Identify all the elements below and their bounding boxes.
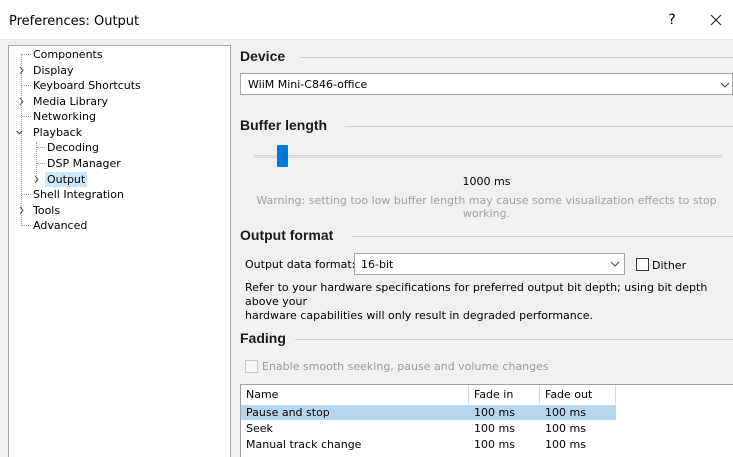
table-row[interactable]: Manual track change 100 ms 100 ms <box>241 437 616 452</box>
close-icon <box>710 14 722 26</box>
tree-connector <box>22 116 31 117</box>
output-format-info-line: Refer to your hardware specifications fo… <box>245 281 708 308</box>
output-format-dropdown[interactable]: 16-bit <box>354 253 625 275</box>
device-section-title: Device <box>240 48 286 64</box>
buffer-warning: Warning: setting too low buffer length m… <box>256 194 717 220</box>
tree-item-display[interactable]: Display <box>31 63 76 78</box>
output-format-section-title: Output format <box>240 227 334 243</box>
title-bar: Preferences: Output ? <box>0 0 733 40</box>
tree-item-decoding[interactable]: Decoding <box>45 140 101 155</box>
chevron-down-icon <box>720 82 730 88</box>
column-header-fade-out[interactable]: Fade out <box>540 385 616 404</box>
output-format-info-line: hardware capabilities will only result i… <box>245 309 594 322</box>
help-button[interactable]: ? <box>664 12 680 28</box>
dither-checkbox[interactable] <box>636 258 649 271</box>
dither-label: Dither <box>652 259 687 272</box>
fading-section-title: Fading <box>240 330 286 346</box>
tree-item-tools[interactable]: Tools <box>31 203 62 218</box>
output-format-selected-value: 16-bit <box>361 258 394 271</box>
device-dropdown[interactable]: WiiM Mini-C846-office <box>240 73 733 95</box>
preferences-tree[interactable]: Components Display Keyboard Shortcuts Me… <box>8 45 231 457</box>
tree-connector <box>22 194 31 195</box>
table-row[interactable]: Seek 100 ms 100 ms <box>241 421 616 436</box>
chevron-down-icon <box>610 261 620 267</box>
row-name: Seek <box>246 422 273 435</box>
chevron-right-icon[interactable] <box>17 94 26 109</box>
buffer-value: 1000 ms <box>462 175 511 188</box>
row-fade-in: 100 ms <box>474 438 515 451</box>
close-button[interactable] <box>704 9 728 31</box>
row-name: Manual track change <box>246 438 362 451</box>
tree-connector <box>37 147 45 148</box>
device-selected-value: WiiM Mini-C846-office <box>248 78 368 91</box>
tree-item-shell-integration[interactable]: Shell Integration <box>31 187 126 202</box>
smooth-seeking-checkbox[interactable] <box>245 360 258 373</box>
tree-item-media-library[interactable]: Media Library <box>31 94 110 109</box>
table-row[interactable]: Pause and stop 100 ms 100 ms <box>241 405 616 420</box>
output-format-label: Output data format: <box>245 258 356 271</box>
tree-item-output[interactable]: Output <box>45 172 88 187</box>
tree-connector <box>21 54 22 226</box>
chevron-right-icon[interactable] <box>17 63 26 78</box>
column-header-name[interactable]: Name <box>241 385 469 404</box>
row-fade-in: 100 ms <box>474 422 515 435</box>
chevron-right-icon[interactable] <box>32 172 41 187</box>
section-divider <box>300 57 733 58</box>
tree-connector <box>22 85 31 86</box>
buffer-section-title: Buffer length <box>240 117 328 133</box>
tree-connector <box>22 225 31 226</box>
window-title: Preferences: Output <box>9 14 140 29</box>
row-fade-out: 100 ms <box>545 406 586 419</box>
tree-connector <box>22 54 31 55</box>
section-divider <box>295 339 733 340</box>
row-fade-out: 100 ms <box>545 438 586 451</box>
tree-item-keyboard-shortcuts[interactable]: Keyboard Shortcuts <box>31 78 143 93</box>
buffer-slider-thumb[interactable] <box>277 145 288 167</box>
tree-connector <box>37 163 45 164</box>
tree-item-components[interactable]: Components <box>31 47 105 62</box>
section-divider <box>345 126 733 127</box>
smooth-seeking-label: Enable smooth seeking, pause and volume … <box>262 360 549 373</box>
chevron-right-icon[interactable] <box>17 203 26 218</box>
row-fade-out: 100 ms <box>545 422 586 435</box>
fading-table[interactable]: Name Fade in Fade out Pause and stop 100… <box>240 384 733 457</box>
tree-item-advanced[interactable]: Advanced <box>31 218 89 233</box>
buffer-slider-track[interactable] <box>254 155 722 158</box>
section-divider <box>352 236 733 237</box>
chevron-down-icon[interactable] <box>15 125 24 140</box>
tree-item-dsp-manager[interactable]: DSP Manager <box>45 156 123 171</box>
column-header-fade-in[interactable]: Fade in <box>469 385 540 404</box>
row-name: Pause and stop <box>246 406 330 419</box>
tree-item-networking[interactable]: Networking <box>31 109 98 124</box>
output-format-info: Refer to your hardware specifications fo… <box>245 281 731 323</box>
tree-item-playback[interactable]: Playback <box>31 125 84 140</box>
row-fade-in: 100 ms <box>474 406 515 419</box>
